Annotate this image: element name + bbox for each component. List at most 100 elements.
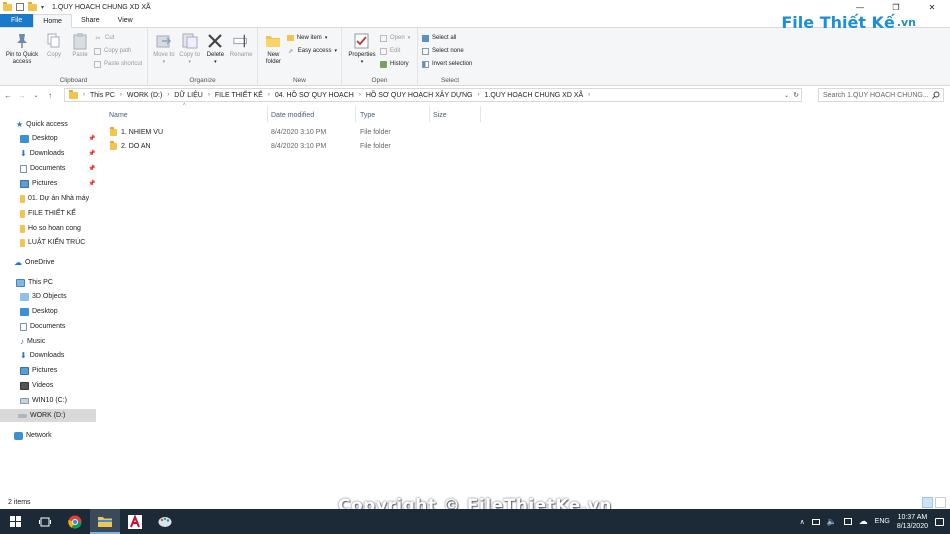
nav-quick-luat[interactable]: LUẬT KIẾN TRÚC <box>20 236 85 249</box>
address-bar-actions: ⌄ ↻ <box>784 89 799 101</box>
network-wired-icon[interactable] <box>843 518 852 525</box>
nav-quick-du-an[interactable]: 01. Dự án Nhà máy <box>20 192 89 205</box>
breadcrumb-du-lieu[interactable]: DỮ LIỆU <box>174 92 203 99</box>
breadcrumb-separator-icon[interactable]: › <box>268 92 270 98</box>
breadcrumb-separator-icon[interactable]: › <box>167 92 169 98</box>
customize-dropdown-icon[interactable]: ▾ <box>41 4 44 11</box>
history-button[interactable]: History <box>380 59 410 69</box>
nav-pc-music[interactable]: ♪ Music <box>20 335 45 348</box>
nav-onedrive[interactable]: ☁ OneDrive <box>14 256 55 269</box>
select-all-button[interactable]: Select all <box>422 33 472 43</box>
view-toggle <box>922 497 946 508</box>
download-arrow-icon: ⬇ <box>20 351 27 360</box>
breadcrumb-separator-icon[interactable]: › <box>208 92 210 98</box>
breadcrumb-separator-icon[interactable]: › <box>120 92 122 98</box>
address-bar[interactable]: › This PC › WORK (D:) › DỮ LIỆU › FILE T… <box>64 88 802 102</box>
notifications-icon[interactable] <box>935 517 944 526</box>
tab-file[interactable]: File <box>0 14 34 27</box>
column-separator[interactable] <box>267 106 268 122</box>
move-to-icon <box>156 32 172 50</box>
forward-arrow-icon[interactable]: → <box>16 89 28 101</box>
nav-pc-pictures[interactable]: Pictures <box>20 364 57 377</box>
paste-shortcut-button[interactable]: Paste shortcut <box>94 59 142 69</box>
breadcrumb-separator-icon[interactable]: › <box>359 92 361 98</box>
language-indicator[interactable]: ENG <box>875 518 890 525</box>
nav-quick-pictures[interactable]: Pictures <box>20 177 57 190</box>
column-header-size[interactable]: Size <box>433 108 447 122</box>
paint-taskbar-button[interactable] <box>150 509 180 534</box>
breadcrumb-this-pc[interactable]: This PC <box>90 92 115 99</box>
task-view-button[interactable] <box>30 509 60 534</box>
nav-this-pc[interactable]: This PC <box>16 276 53 289</box>
nav-pc-music-label: Music <box>27 338 46 345</box>
breadcrumb-work-d[interactable]: WORK (D:) <box>127 92 162 99</box>
nav-pc-desktop[interactable]: Desktop <box>20 305 58 318</box>
file-explorer-taskbar-button[interactable] <box>90 509 120 534</box>
open-button[interactable]: Open ▾ <box>380 33 410 43</box>
column-header-type[interactable]: Type <box>360 108 375 122</box>
nav-pc-win10-c[interactable]: WIN10 (C:) <box>20 394 67 407</box>
nav-pc-work-d[interactable]: WORK (D:) <box>0 409 96 422</box>
minimize-button[interactable]: — <box>842 0 878 14</box>
file-row[interactable]: 2. DO AN 8/4/2020 3:10 PM File folder <box>106 140 506 153</box>
address-folder-icon <box>69 89 78 99</box>
column-separator[interactable] <box>429 106 430 122</box>
breadcrumb-separator-icon[interactable]: › <box>83 92 85 98</box>
column-separator[interactable] <box>355 106 356 122</box>
address-dropdown-icon[interactable]: ⌄ <box>784 92 789 99</box>
nav-pc-videos[interactable]: Videos <box>20 379 53 392</box>
breadcrumb-ho-so-quy-hoach-xay-dung[interactable]: HỒ SƠ QUY HOẠCH XÂY DỰNG <box>366 92 473 99</box>
cut-button[interactable]: ✂ Cut <box>94 33 142 43</box>
nav-quick-downloads[interactable]: ⬇ Downloads <box>20 147 64 160</box>
maximize-button[interactable]: ❐ <box>878 0 914 14</box>
quick-access-toolbar: ▾ <box>0 1 44 11</box>
edit-button[interactable]: Edit <box>380 46 410 56</box>
close-button[interactable]: ✕ <box>914 0 950 14</box>
clock[interactable]: 10:37 AM 8/13/2020 <box>897 513 928 531</box>
start-button[interactable] <box>0 509 30 534</box>
chrome-taskbar-button[interactable] <box>60 509 90 534</box>
nav-pc-downloads[interactable]: ⬇ Downloads <box>20 349 64 362</box>
column-separator[interactable] <box>480 106 481 122</box>
properties-check-icon[interactable] <box>16 3 24 11</box>
easy-access-button[interactable]: ⇗ Easy access ▾ <box>287 46 337 56</box>
select-none-button[interactable]: Select none <box>422 46 472 56</box>
nav-quick-access[interactable]: ★ Quick access <box>16 118 68 131</box>
nav-quick-file-thiet-ke[interactable]: FILE THIẾT KẾ <box>20 207 76 220</box>
nav-pc-3d-objects[interactable]: 3D Objects <box>20 290 67 303</box>
nav-quick-ho-so[interactable]: Ho so hoan cong <box>20 222 81 235</box>
up-arrow-icon[interactable]: ↑ <box>44 89 56 101</box>
column-header-date[interactable]: Date modified <box>271 108 314 122</box>
onedrive-cloud-icon[interactable]: ☁ <box>859 516 868 527</box>
refresh-icon[interactable]: ↻ <box>793 91 799 99</box>
desktop-peek-icon[interactable] <box>811 518 820 525</box>
autocad-taskbar-button[interactable] <box>120 509 150 534</box>
column-header-name[interactable]: Name <box>109 108 128 122</box>
tab-share[interactable]: Share <box>72 14 109 27</box>
breadcrumb-current-folder[interactable]: 1.QUY HOẠCH CHUNG XD XÃ <box>484 92 583 99</box>
nav-pc-documents[interactable]: Documents <box>20 320 65 333</box>
breadcrumb-file-thiet-ke[interactable]: FILE THIẾT KẾ <box>215 92 263 99</box>
breadcrumb-separator-icon[interactable]: › <box>477 92 479 98</box>
details-view-icon[interactable] <box>922 497 933 508</box>
recent-locations-chevron-icon[interactable]: ⌄ <box>30 89 42 101</box>
search-box[interactable]: Search 1.QUY HOẠCH CHUNG... <box>818 88 944 102</box>
open-label: Open <box>390 35 405 41</box>
invert-selection-button[interactable]: Invert selection <box>422 59 472 69</box>
tab-home[interactable]: Home <box>33 14 72 28</box>
clipboard-group: Pin to Quick access Copy Paste ✂ Cut Copy… <box>0 28 148 86</box>
volume-icon[interactable]: 🔈 <box>827 517 837 526</box>
nav-network[interactable]: Network <box>14 429 52 442</box>
new-item-button[interactable]: New item ▾ <box>286 33 337 43</box>
back-arrow-icon[interactable]: ← <box>2 89 14 101</box>
show-hidden-icons-chevron-icon[interactable]: ∧ <box>800 518 805 526</box>
new-folder-icon[interactable] <box>28 1 37 11</box>
copy-path-button[interactable]: Copy path <box>94 46 142 56</box>
nav-quick-documents[interactable]: Documents <box>20 162 65 175</box>
breadcrumb-separator-icon[interactable]: › <box>588 92 590 98</box>
breadcrumb-ho-so-quy-hoach[interactable]: 04. HỒ SƠ QUY HOẠCH <box>275 92 354 99</box>
file-row[interactable]: 1. NHIEM VU 8/4/2020 3:10 PM File folder <box>106 126 506 139</box>
nav-quick-desktop[interactable]: Desktop <box>20 132 58 145</box>
large-icons-view-icon[interactable] <box>935 497 946 508</box>
tab-view[interactable]: View <box>109 14 142 27</box>
